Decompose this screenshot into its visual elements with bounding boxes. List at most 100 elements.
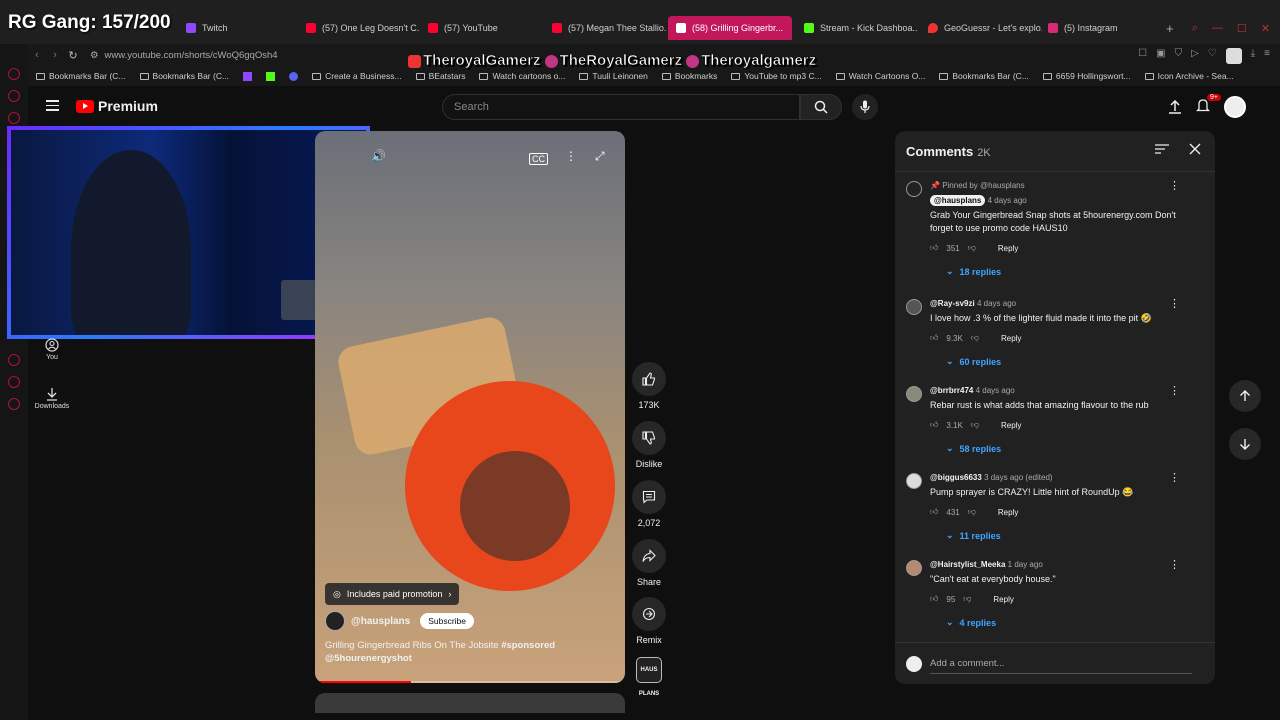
tab-youtube-3[interactable]: (57) Megan Thee Stallio... — [544, 16, 666, 40]
tab-kick[interactable]: Stream - Kick Dashboa... — [796, 16, 918, 40]
close-icon[interactable] — [1189, 143, 1201, 155]
sidebar-item-downloads[interactable]: Downloads — [34, 387, 70, 410]
back-icon[interactable]: ‹ — [28, 49, 46, 61]
bookmark-item[interactable]: YouTube to mp3 C... — [731, 71, 822, 81]
next-short-preview[interactable] — [315, 693, 625, 713]
tab-geoguessr[interactable]: GeoGuessr - Let's explo... — [920, 16, 1042, 40]
profile-icon[interactable] — [1225, 48, 1242, 64]
bookmark-item[interactable]: BEatstars — [415, 71, 465, 81]
bookmark-item[interactable]: 6659 Hollingswort... — [1042, 71, 1131, 81]
commenter-handle[interactable]: @brrbrr474 — [930, 386, 973, 395]
account-avatar[interactable] — [1224, 96, 1246, 118]
reply-button[interactable]: Reply — [998, 244, 1018, 253]
like-button[interactable]: 173K — [632, 362, 666, 410]
maximize-icon[interactable]: ☐ — [1237, 22, 1247, 35]
commenter-avatar[interactable] — [906, 473, 922, 489]
dislike-comment-icon[interactable]: 👎︎ — [971, 420, 979, 430]
bookmark-item[interactable]: Icon Archive - Sea... — [1144, 71, 1234, 81]
comment-menu-icon[interactable]: ⋮ — [1169, 181, 1180, 192]
shorts-video-player[interactable]: 🔊 CC ⋮ ⤢ ◎ Includes paid promotion › @ha… — [315, 131, 625, 683]
strip-icon[interactable] — [8, 376, 20, 388]
remix-button[interactable]: Remix — [632, 597, 666, 645]
add-comment-input[interactable]: Add a comment... — [930, 658, 1004, 669]
tab-youtube-1[interactable]: (57) One Leg Doesn't C... — [298, 16, 420, 40]
subscribe-button[interactable]: Subscribe — [420, 613, 475, 629]
previous-short-button[interactable] — [1229, 380, 1261, 412]
dislike-comment-icon[interactable]: 👎︎ — [968, 243, 976, 253]
bookmark-item[interactable]: Bookmarks Bar (C... — [139, 71, 229, 81]
url-field[interactable]: ⚙ www.youtube.com/shorts/cWoQ6gqOsh4 — [90, 50, 278, 61]
bookmark-item[interactable]: Bookmarks — [661, 71, 717, 81]
download-icon[interactable]: ⤓ — [1251, 48, 1255, 64]
commenter-handle[interactable]: @Ray-sv9zi — [930, 299, 975, 308]
new-tab-icon[interactable]: + — [1166, 21, 1174, 36]
next-short-button[interactable] — [1229, 428, 1261, 460]
strip-icon[interactable] — [8, 90, 20, 102]
menu-icon[interactable]: ≡ — [1264, 48, 1270, 64]
bookmark-item[interactable] — [243, 71, 253, 81]
dislike-comment-icon[interactable]: 👎︎ — [971, 333, 979, 343]
hamburger-menu-icon[interactable] — [46, 100, 59, 114]
like-comment-icon[interactable]: 👍︎ — [930, 594, 938, 604]
comment-menu-icon[interactable]: ⋮ — [1169, 386, 1180, 397]
commenter-handle[interactable]: @Hairstylist_Meeka — [930, 560, 1005, 569]
dislike-comment-icon[interactable]: 👎︎ — [968, 507, 976, 517]
channel-thumbnail[interactable]: HAUS PLANS — [636, 657, 662, 697]
comment-menu-icon[interactable]: ⋮ — [1169, 299, 1180, 310]
paid-promotion-badge[interactable]: ◎ Includes paid promotion › — [325, 583, 460, 605]
bookmark-item[interactable]: Tuuli Leinonen — [579, 71, 648, 81]
reply-button[interactable]: Reply — [993, 595, 1013, 604]
commenter-avatar[interactable] — [906, 386, 922, 402]
more-options-icon[interactable]: ⋮ — [565, 149, 577, 163]
search-button[interactable] — [800, 94, 842, 120]
volume-icon[interactable]: 🔊 — [371, 149, 386, 163]
strip-icon[interactable] — [8, 68, 20, 80]
view-replies-button[interactable]: ⌄ 18 replies — [946, 266, 1180, 277]
video-progress-bar[interactable] — [315, 681, 625, 683]
captions-icon[interactable]: CC — [529, 153, 548, 165]
reply-button[interactable]: Reply — [1001, 334, 1021, 343]
bookmark-item[interactable]: Watch cartoons o... — [479, 71, 565, 81]
like-comment-icon[interactable]: 👍︎ — [930, 243, 938, 253]
reply-button[interactable]: Reply — [1001, 421, 1021, 430]
upload-icon[interactable] — [1168, 100, 1182, 114]
view-replies-button[interactable]: ⌄ 4 replies — [946, 617, 1180, 628]
video-mention[interactable]: @5hourenergyshot — [325, 653, 412, 664]
notifications-button[interactable]: 9+ — [1195, 94, 1221, 116]
like-comment-icon[interactable]: 👍︎ — [930, 420, 938, 430]
video-hashtag[interactable]: #sponsored — [501, 640, 555, 651]
tab-instagram[interactable]: (5) Instagram — [1040, 16, 1150, 40]
comment-time[interactable]: 1 day ago — [1008, 560, 1043, 569]
bookmark-item[interactable] — [289, 71, 299, 81]
tab-youtube-2[interactable]: (57) YouTube — [420, 16, 542, 40]
site-info-icon[interactable]: ⚙ — [90, 50, 99, 61]
bookmark-icon[interactable]: ☐ — [1138, 48, 1147, 64]
strip-icon[interactable] — [8, 112, 20, 124]
comment-time[interactable]: 4 days ago — [988, 196, 1027, 205]
comments-button[interactable]: 2,072 — [632, 480, 666, 528]
like-comment-icon[interactable]: 👍︎ — [930, 333, 938, 343]
sort-icon[interactable] — [1155, 143, 1169, 155]
bookmark-item[interactable]: Bookmarks Bar (C... — [36, 71, 126, 81]
channel-avatar[interactable] — [325, 611, 345, 631]
commenter-avatar[interactable] — [906, 299, 922, 315]
reload-icon[interactable]: ↻ — [64, 49, 82, 62]
strip-icon[interactable] — [8, 398, 20, 410]
commenter-handle[interactable]: @hausplans — [930, 195, 986, 206]
strip-icon[interactable] — [8, 354, 20, 366]
like-comment-icon[interactable]: 👍︎ — [930, 507, 938, 517]
minimize-icon[interactable]: — — [1212, 22, 1223, 35]
commenter-avatar[interactable] — [906, 181, 922, 197]
tab-youtube-active[interactable]: (58) Grilling Gingerbr... — [668, 16, 792, 40]
comment-time[interactable]: 4 days ago — [977, 299, 1016, 308]
view-replies-button[interactable]: ⌄ 11 replies — [946, 530, 1180, 541]
screenshot-icon[interactable]: ▣ — [1156, 48, 1165, 64]
sidebar-item-you[interactable]: You — [34, 338, 70, 361]
play-icon[interactable]: ▷ — [1191, 48, 1199, 64]
bookmark-item[interactable]: Create a Business... — [312, 71, 402, 81]
reply-button[interactable]: Reply — [998, 508, 1018, 517]
voice-search-button[interactable] — [852, 94, 878, 120]
dislike-button[interactable]: Dislike — [632, 421, 666, 469]
dislike-comment-icon[interactable]: 👎︎ — [963, 594, 971, 604]
bookmark-item[interactable]: Watch Cartoons O... — [835, 71, 925, 81]
